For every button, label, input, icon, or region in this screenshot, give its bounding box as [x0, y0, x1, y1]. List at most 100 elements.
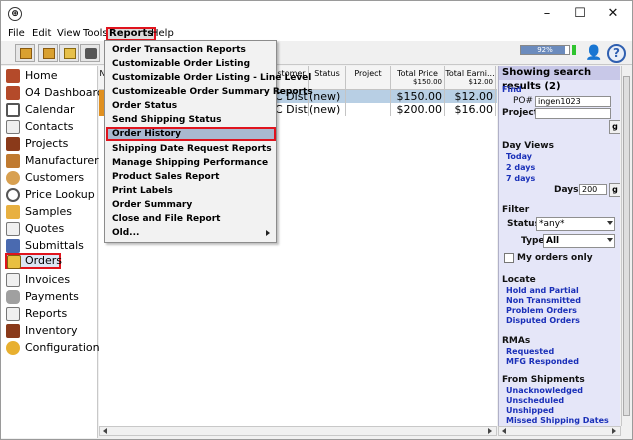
sidebar-item-label: Payments: [25, 290, 79, 303]
menu-item-product-sales-report[interactable]: Product Sales Report: [106, 170, 276, 184]
problem-orders-link[interactable]: Problem Orders: [506, 306, 577, 315]
po-number-input[interactable]: ingen1023: [535, 96, 611, 107]
sidebar-item-quotes[interactable]: Quotes: [5, 221, 95, 237]
scroll-right-icon[interactable]: [488, 428, 492, 434]
column-header-status[interactable]: Status: [309, 66, 346, 90]
toolbar: 92% 👤 ?: [1, 41, 632, 65]
missed-shipping-dates-link[interactable]: Missed Shipping Dates: [506, 416, 609, 425]
non-transmitted-link[interactable]: Non Transmitted: [506, 296, 581, 305]
menu-item-order-status[interactable]: Order Status: [106, 99, 276, 113]
close-button[interactable]: ✕: [599, 5, 627, 23]
column-header-total-earnings[interactable]: Total Earni... $12.00: [445, 66, 496, 90]
panel-horizontal-scrollbar[interactable]: [498, 426, 621, 436]
sidebar-item-label: Calendar: [25, 103, 75, 116]
sidebar-item-home[interactable]: Home: [5, 68, 95, 84]
sidebar-item-submittals[interactable]: Submittals: [5, 238, 95, 254]
sidebar-item-reports[interactable]: Reports: [5, 306, 95, 322]
sidebar-item-contacts[interactable]: Contacts: [5, 119, 95, 135]
menu-item-old[interactable]: Old...: [106, 226, 276, 240]
forward-icon: [43, 48, 55, 59]
magnifier-icon: [6, 188, 20, 202]
sidebar-item-dashboard[interactable]: O4 Dashboard: [5, 85, 104, 101]
sidebar-item-label: Orders: [25, 254, 62, 267]
menu-view[interactable]: View: [56, 27, 82, 41]
column-header-total-price[interactable]: Total Price $150.00: [391, 66, 445, 90]
hold-partial-link[interactable]: Hold and Partial: [506, 286, 579, 295]
menu-item-order-history[interactable]: Order History: [106, 127, 276, 141]
home-icon: [6, 69, 20, 83]
table-horizontal-scrollbar[interactable]: [99, 426, 497, 436]
scroll-left-icon[interactable]: [103, 428, 107, 434]
status-select[interactable]: *any*: [536, 217, 615, 231]
sidebar-item-configuration[interactable]: Configuration: [5, 340, 100, 356]
toolbar-back-button[interactable]: [15, 44, 35, 62]
minimize-button[interactable]: –: [533, 5, 561, 23]
menu-item-order-listing-line-level[interactable]: Customizable Order Listing - Line Level: [106, 71, 311, 85]
toolbar-tools-button[interactable]: [80, 44, 100, 62]
sidebar-item-manufacturers[interactable]: Manufacturers: [5, 153, 104, 169]
menu-item-customizable-order-listing[interactable]: Customizable Order Listing: [106, 57, 276, 71]
cell-project: [346, 103, 391, 116]
menu-item-manage-shipping-performance[interactable]: Manage Shipping Performance: [106, 156, 276, 170]
sidebar-item-label: Projects: [25, 137, 69, 150]
seven-days-link[interactable]: 7 days: [506, 174, 535, 183]
sidebar-item-label: Samples: [25, 205, 72, 218]
toolbar-forward-button[interactable]: [38, 44, 58, 62]
panel-vertical-scrollbar[interactable]: [621, 66, 631, 426]
sidebar-item-price-lookup[interactable]: Price Lookup: [5, 187, 95, 203]
unscheduled-link[interactable]: Unscheduled: [506, 396, 564, 405]
sidebar-item-payments[interactable]: Payments: [5, 289, 95, 305]
my-orders-checkbox[interactable]: [504, 253, 514, 263]
menu-tools[interactable]: Tools: [82, 27, 109, 41]
toolbar-folder-button[interactable]: [59, 44, 79, 62]
sidebar-item-label: Price Lookup: [25, 188, 95, 201]
disputed-orders-link[interactable]: Disputed Orders: [506, 316, 580, 325]
sidebar-item-samples[interactable]: Samples: [5, 204, 95, 220]
menu-reports[interactable]: Reports: [106, 27, 157, 41]
sidebar-item-calendar[interactable]: Calendar: [5, 102, 95, 118]
menu-item-print-labels[interactable]: Print Labels: [106, 184, 276, 198]
menu-help[interactable]: Help: [150, 27, 175, 41]
menu-bar: File Edit View Tools Reports Help: [1, 27, 632, 41]
projects-icon: [6, 137, 20, 151]
sidebar-item-customers[interactable]: Customers: [5, 170, 95, 186]
menu-file[interactable]: File: [7, 27, 26, 41]
column-header-project[interactable]: Project: [346, 66, 391, 90]
scroll-right-icon[interactable]: [612, 428, 616, 434]
menu-edit[interactable]: Edit: [31, 27, 52, 41]
sidebar-item-projects[interactable]: Projects: [5, 136, 95, 152]
user-icon[interactable]: 👤: [584, 44, 604, 63]
sidebar-item-invoices[interactable]: Invoices: [5, 272, 95, 288]
sidebar-item-label: Customers: [25, 171, 85, 184]
maximize-button[interactable]: ☐: [566, 5, 594, 23]
sidebar-item-inventory[interactable]: Inventory: [5, 323, 95, 339]
days-go-button[interactable]: g: [609, 183, 620, 197]
menu-item-order-summary-reports[interactable]: Customizeable Order Summary Reports: [106, 85, 313, 99]
cell-project: [346, 90, 391, 103]
project-input[interactable]: [535, 108, 611, 119]
menu-item-send-shipping-status[interactable]: Send Shipping Status: [106, 113, 276, 127]
menu-item-shipping-date-request-reports[interactable]: Shipping Date Request Reports: [106, 142, 276, 156]
scroll-left-icon[interactable]: [502, 428, 506, 434]
sidebar-item-label: Inventory: [25, 324, 78, 337]
today-link[interactable]: Today: [506, 152, 532, 161]
filter-label: Filter: [502, 205, 530, 215]
days-input[interactable]: 200: [579, 184, 607, 195]
help-button[interactable]: ?: [607, 44, 626, 63]
calendar-icon: [6, 103, 20, 117]
find-link[interactable]: Find: [502, 85, 522, 94]
scrollbar-thumb[interactable]: [623, 76, 630, 416]
two-days-link[interactable]: 2 days: [506, 163, 535, 172]
unacknowledged-link[interactable]: Unacknowledged: [506, 386, 583, 395]
cell-total-price: $150.00: [391, 90, 445, 103]
menu-item-close-and-file-report[interactable]: Close and File Report: [106, 212, 276, 226]
menu-item-order-transaction-reports[interactable]: Order Transaction Reports: [106, 43, 276, 57]
unshipped-link[interactable]: Unshipped: [506, 406, 554, 415]
find-go-button[interactable]: g: [609, 120, 620, 134]
type-select[interactable]: All: [543, 234, 615, 248]
menu-item-order-summary[interactable]: Order Summary: [106, 198, 276, 212]
mfg-responded-link[interactable]: MFG Responded: [506, 357, 579, 366]
rma-requested-link[interactable]: Requested: [506, 347, 554, 356]
search-results-header: Showing search results (2): [499, 66, 620, 92]
sidebar-item-orders[interactable]: Orders: [5, 253, 62, 269]
